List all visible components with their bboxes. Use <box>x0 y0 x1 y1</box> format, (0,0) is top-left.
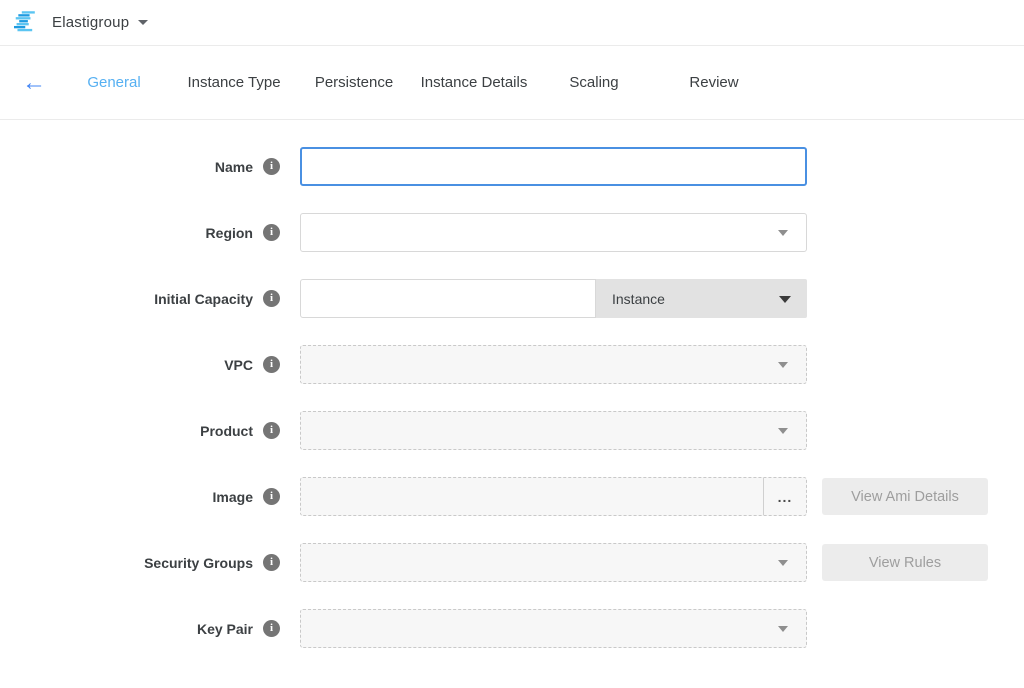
tab-instance-details[interactable]: Instance Details <box>414 68 534 97</box>
form-row-name: Name i <box>0 147 1024 186</box>
tab-persistence[interactable]: Persistence <box>294 68 414 97</box>
image-field: ... <box>300 477 807 516</box>
chevron-down-icon[interactable] <box>138 20 148 25</box>
info-icon[interactable]: i <box>263 224 280 241</box>
form-row-initial-capacity: Initial Capacity i Instance <box>0 279 1024 318</box>
key-pair-label: Key Pair <box>197 621 253 637</box>
chevron-down-icon <box>779 296 791 303</box>
region-select[interactable] <box>300 213 807 252</box>
info-icon[interactable]: i <box>263 356 280 373</box>
view-rules-button[interactable]: View Rules <box>822 544 988 581</box>
product-select[interactable] <box>300 411 807 450</box>
capacity-unit-select[interactable]: Instance <box>596 279 807 318</box>
region-label: Region <box>206 225 253 241</box>
info-icon[interactable]: i <box>263 290 280 307</box>
form-row-region: Region i <box>0 213 1024 252</box>
info-icon[interactable]: i <box>263 488 280 505</box>
wizard-tabs: General Instance Type Persistence Instan… <box>54 68 774 97</box>
initial-capacity-input[interactable] <box>300 279 596 318</box>
general-settings-form: Name i Region i Initial Capacity i <box>0 120 1024 648</box>
elastigroup-logo-icon <box>14 11 40 34</box>
view-ami-details-button[interactable]: View Ami Details <box>822 478 988 515</box>
chevron-down-icon <box>778 230 788 236</box>
tab-general[interactable]: General <box>54 68 174 97</box>
name-label: Name <box>215 159 253 175</box>
tab-review[interactable]: Review <box>654 68 774 97</box>
info-icon[interactable]: i <box>263 620 280 637</box>
name-input[interactable] <box>300 147 807 186</box>
form-row-security-groups: Security Groups i View Rules <box>0 543 1024 582</box>
info-icon[interactable]: i <box>263 422 280 439</box>
brand-name[interactable]: Elastigroup <box>52 14 129 31</box>
chevron-down-icon <box>778 560 788 566</box>
vpc-label: VPC <box>224 357 253 373</box>
chevron-down-icon <box>778 362 788 368</box>
form-row-key-pair: Key Pair i <box>0 609 1024 648</box>
key-pair-select[interactable] <box>300 609 807 648</box>
form-row-image: Image i ... View Ami Details <box>0 477 1024 516</box>
tab-scaling[interactable]: Scaling <box>534 68 654 97</box>
product-label: Product <box>200 423 253 439</box>
image-label: Image <box>213 489 253 505</box>
chevron-down-icon <box>778 428 788 434</box>
initial-capacity-label: Initial Capacity <box>154 291 253 307</box>
form-row-vpc: VPC i <box>0 345 1024 384</box>
wizard-tabbar: ← General Instance Type Persistence Inst… <box>0 46 1024 120</box>
form-row-product: Product i <box>0 411 1024 450</box>
security-groups-label: Security Groups <box>144 555 253 571</box>
image-input[interactable] <box>301 478 763 515</box>
app-header: Elastigroup <box>0 0 1024 46</box>
image-browse-button[interactable]: ... <box>764 478 806 515</box>
chevron-down-icon <box>778 626 788 632</box>
security-groups-select[interactable] <box>300 543 807 582</box>
tab-instance-type[interactable]: Instance Type <box>174 68 294 97</box>
capacity-unit-value: Instance <box>612 291 665 307</box>
info-icon[interactable]: i <box>263 158 280 175</box>
vpc-select[interactable] <box>300 345 807 384</box>
info-icon[interactable]: i <box>263 554 280 571</box>
back-button[interactable]: ← <box>16 69 52 97</box>
